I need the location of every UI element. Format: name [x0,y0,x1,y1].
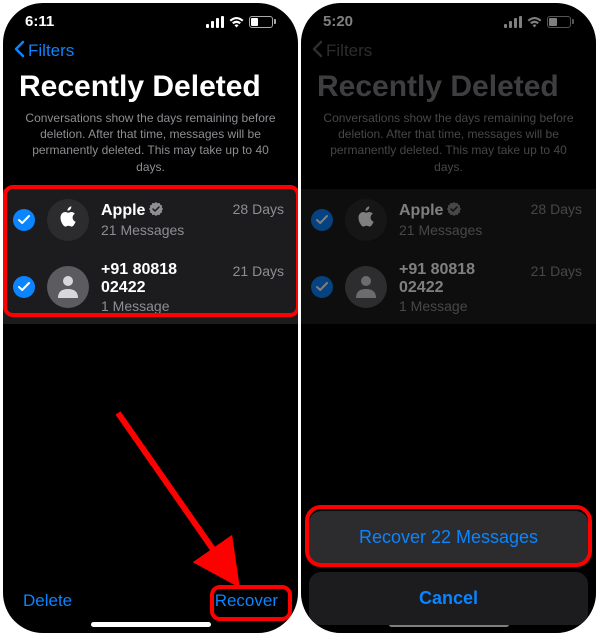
recover-messages-button[interactable]: Recover 22 Messages [309,511,588,564]
days-remaining: 28 Days [233,201,284,217]
person-icon [55,272,81,303]
contact-name: +91 80818 02422 [101,261,221,297]
status-right: 35 [206,16,276,28]
chevron-left-icon [311,40,323,63]
status-right: 41 [504,16,574,28]
days-remaining: 21 Days [233,263,284,279]
back-button: Filters [311,40,372,63]
contact-name: Apple [101,202,145,220]
status-time: 5:20 [323,13,353,30]
phone-left: 6:11 35 Filters Recently Deleted Convers… [3,3,298,633]
delete-button[interactable]: Delete [23,591,72,611]
message-count: 1 Message [101,298,221,314]
message-count: 21 Messages [101,222,221,238]
cellular-signal-icon [206,16,224,28]
verified-badge-icon [447,202,461,221]
nav-bar: Filters [3,34,298,68]
message-count: 1 Message [399,298,519,314]
avatar [47,199,89,241]
back-button[interactable]: Filters [13,40,74,63]
annotation-arrow-icon [108,403,258,603]
checkbox-checked-icon [311,209,333,231]
status-bar: 6:11 35 [3,3,298,34]
avatar [345,266,387,308]
phone-right: 5:20 41 Filters R [301,3,596,633]
back-label: Filters [326,41,372,61]
apple-logo-icon [356,205,376,234]
page-title: Recently Deleted [3,68,298,110]
page-subtitle: Conversations show the days remaining be… [301,110,596,189]
list-item[interactable]: +91 80818 02422 1 Message 21 Days [3,251,298,324]
list-item[interactable]: Apple 21 Messages 28 Days [3,189,298,251]
back-label: Filters [28,41,74,61]
recover-button[interactable]: Recover [215,591,278,611]
person-icon [353,272,379,303]
avatar [47,266,89,308]
checkbox-checked-icon [311,276,333,298]
days-remaining: 28 Days [531,201,582,217]
bottom-toolbar: Delete Recover [3,591,298,617]
checkbox-checked-icon[interactable] [13,209,35,231]
home-indicator[interactable] [91,622,211,627]
contact-name: +91 80818 02422 [399,261,519,297]
status-time: 6:11 [25,13,54,30]
conversation-list: Apple 21 Messages 28 Days [301,189,596,324]
nav-bar: Filters [301,34,596,68]
message-count: 21 Messages [399,222,519,238]
cellular-signal-icon [504,16,522,28]
contact-name: Apple [399,202,443,220]
page-subtitle: Conversations show the days remaining be… [3,110,298,189]
status-bar: 5:20 41 [301,3,596,34]
battery-icon: 35 [249,16,276,28]
wifi-icon [526,16,543,28]
conversation-list: Apple 21 Messages 28 Days +91 80818 0242… [3,189,298,324]
verified-badge-icon [149,202,163,221]
wifi-icon [228,16,245,28]
checkbox-checked-icon[interactable] [13,276,35,298]
list-item: Apple 21 Messages 28 Days [301,189,596,251]
list-item: +91 80818 02422 1 Message 21 Days [301,251,596,324]
days-remaining: 21 Days [531,263,582,279]
apple-logo-icon [58,205,78,234]
avatar [345,199,387,241]
battery-icon: 41 [547,16,574,28]
cancel-button[interactable]: Cancel [309,572,588,625]
action-sheet: Recover 22 Messages Cancel [309,511,588,625]
chevron-left-icon [13,40,25,63]
page-title: Recently Deleted [301,68,596,110]
